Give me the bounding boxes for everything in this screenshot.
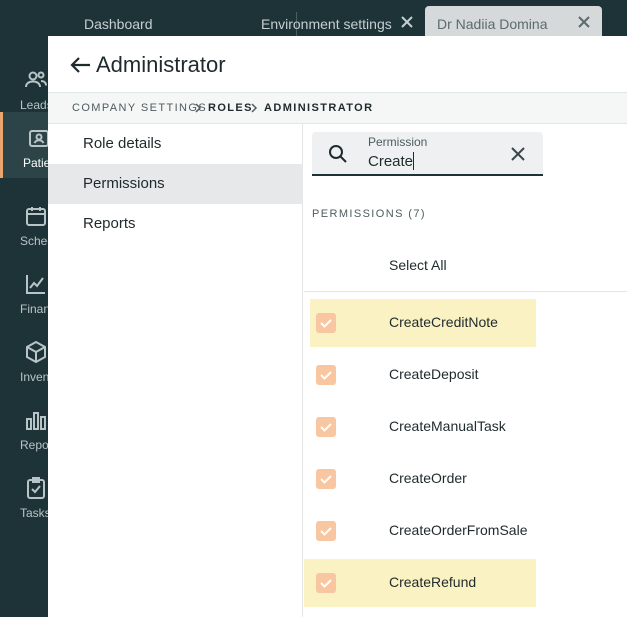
menu-item-role-details[interactable]: Role details	[48, 124, 303, 164]
permission-label: CreateManualTask	[389, 418, 506, 434]
tab-label: Dr Nadiia Domina	[437, 16, 548, 32]
check-icon	[320, 319, 332, 328]
search-label: Permission	[368, 135, 428, 149]
checkbox[interactable]	[316, 521, 336, 541]
menu-item-label: Permissions	[83, 175, 165, 192]
permission-row-createorderfromsale[interactable]: CreateOrderFromSale	[310, 507, 536, 555]
search-input[interactable]	[368, 151, 498, 171]
breadcrumb-company-settings[interactable]: COMPANY SETTINGS	[72, 102, 207, 114]
permission-row-createorder[interactable]: CreateOrder	[310, 455, 536, 503]
close-icon[interactable]	[508, 144, 528, 164]
text-caret	[413, 152, 414, 170]
bar-chart-icon	[26, 412, 46, 430]
menu-item-reports[interactable]: Reports	[48, 204, 303, 244]
check-icon	[320, 579, 332, 588]
tab-dr-nadiia-domina[interactable]: Dr Nadiia Domina	[425, 6, 602, 40]
check-icon	[320, 475, 332, 484]
close-icon[interactable]	[576, 14, 592, 30]
page-title: Administrator	[96, 52, 226, 77]
people-icon	[25, 71, 47, 88]
permission-row-createrefund[interactable]: CreateRefund	[304, 559, 536, 607]
breadcrumb-administrator: ADMINISTRATOR	[264, 102, 374, 114]
close-icon[interactable]	[399, 14, 415, 30]
permission-row-createcreditnote[interactable]: CreateCreditNote	[310, 299, 536, 347]
main-sidebar: Leads Patients Schedule Finance Inventor…	[0, 0, 70, 617]
permission-label: CreateCreditNote	[389, 314, 498, 330]
search-icon	[329, 145, 347, 163]
divider	[304, 291, 627, 292]
clipboard-check-icon	[27, 477, 45, 499]
chart-icon	[26, 275, 45, 294]
chevron-right-icon	[251, 103, 258, 113]
settings-menu: Role details Permissions Reports	[48, 124, 303, 617]
checkbox[interactable]	[316, 573, 336, 593]
select-all-button[interactable]: Select All	[389, 257, 447, 273]
checkbox[interactable]	[316, 313, 336, 333]
breadcrumb-roles[interactable]: ROLES	[208, 102, 253, 114]
tab-label: Dashboard	[84, 16, 153, 32]
menu-item-permissions[interactable]: Permissions	[48, 164, 303, 204]
box-icon	[26, 340, 46, 364]
permission-label: CreateDeposit	[389, 366, 479, 382]
tab-label: Environment settings	[261, 16, 392, 32]
nav-label: Tasks	[20, 506, 51, 520]
checkbox[interactable]	[316, 365, 336, 385]
check-icon	[320, 423, 332, 432]
checkbox[interactable]	[316, 417, 336, 437]
breadcrumb: COMPANY SETTINGS ROLES ADMINISTRATOR	[48, 92, 627, 124]
tab-dashboard[interactable]: Dashboard	[72, 6, 248, 40]
check-icon	[320, 527, 332, 536]
permission-label: CreateRefund	[389, 574, 477, 590]
checkbox[interactable]	[316, 469, 336, 489]
tab-bar: Dashboard Environment settings Dr Nadiia…	[48, 0, 627, 40]
tab-environment-settings[interactable]: Environment settings	[249, 6, 421, 40]
permission-search[interactable]: Permission	[312, 132, 543, 176]
permission-row-createdeposit[interactable]: CreateDeposit	[310, 351, 536, 399]
arrow-left-icon[interactable]	[70, 54, 92, 76]
menu-item-label: Reports	[83, 215, 136, 232]
permissions-count: PERMISSIONS (7)	[312, 208, 426, 220]
chevron-right-icon	[195, 103, 202, 113]
permission-label: CreateOrderFromSale	[389, 522, 528, 538]
role-panel: Administrator COMPANY SETTINGS ROLES ADM…	[48, 36, 627, 617]
permission-label: CreateOrder	[389, 470, 467, 486]
calendar-icon	[26, 207, 46, 226]
check-icon	[320, 371, 332, 380]
menu-item-label: Role details	[83, 135, 162, 152]
permission-row-createmanualtask[interactable]: CreateManualTask	[310, 403, 536, 451]
permissions-content: Permission PERMISSIONS (7) Select All Cr…	[304, 124, 627, 617]
panel-header: Administrator	[48, 36, 627, 92]
